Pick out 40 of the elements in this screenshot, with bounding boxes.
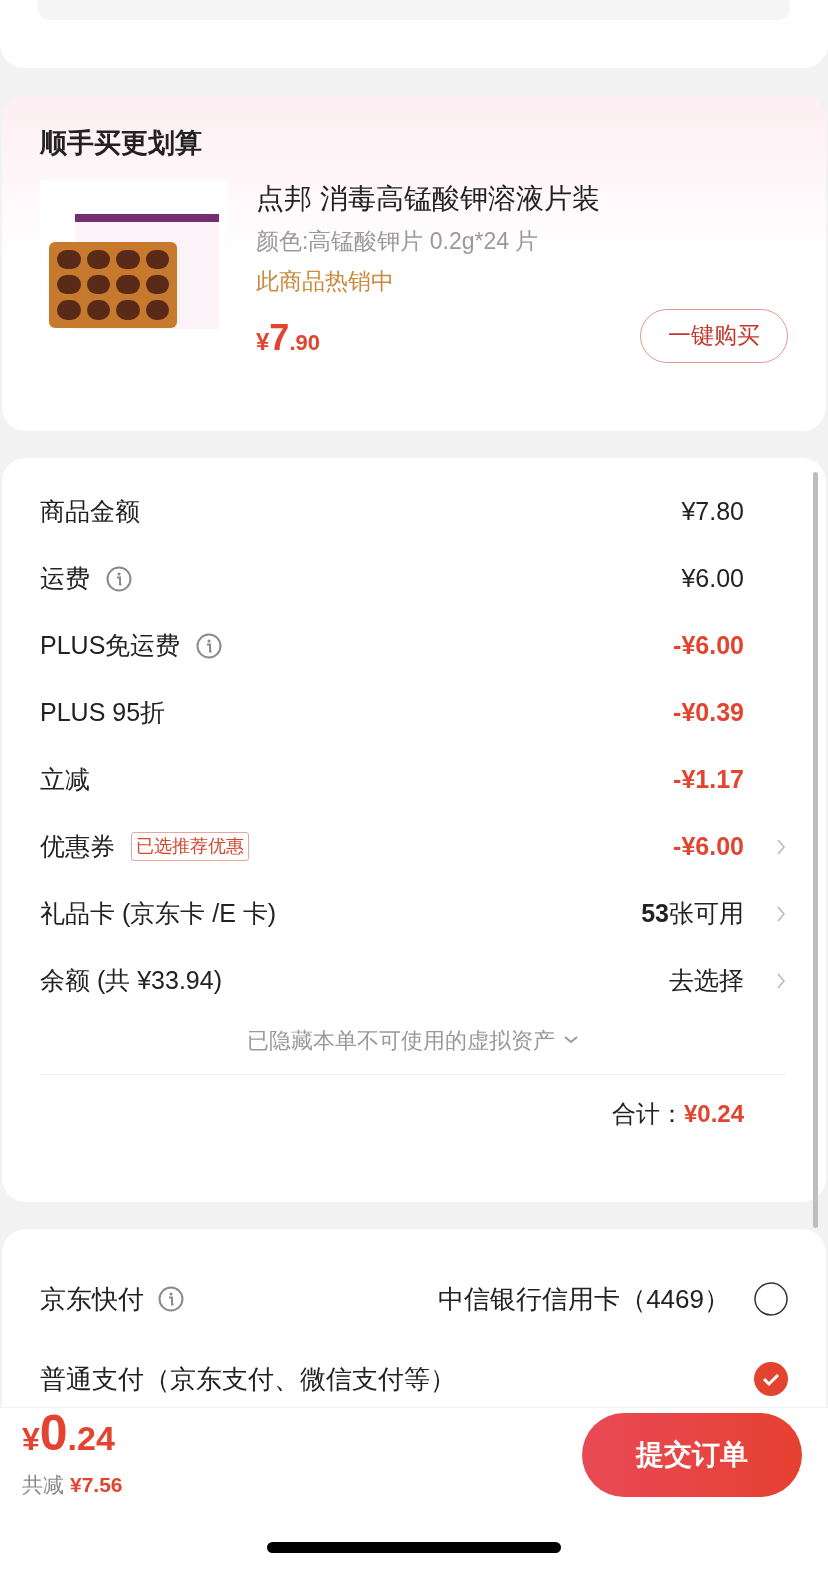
summary-label: PLUS 95折: [40, 696, 166, 728]
saved-label: 共减: [22, 1472, 64, 1499]
product-spec: 颜色:高锰酸钾片 0.2g*24 片: [256, 226, 540, 256]
coupon-tag: 已选推荐优惠: [131, 832, 249, 861]
total-value: ¥0.24: [683, 1098, 744, 1129]
info-icon[interactable]: [158, 1286, 184, 1312]
summary-label: PLUS免运费: [40, 629, 181, 661]
info-icon[interactable]: [196, 632, 223, 659]
product-name[interactable]: 点邦 消毒高锰酸钾溶液片装: [256, 179, 788, 218]
radio-checked-icon[interactable]: [754, 1362, 788, 1396]
radio-unchecked-icon[interactable]: [754, 1282, 788, 1316]
summary-label: 商品金额: [40, 495, 140, 527]
info-icon[interactable]: [106, 565, 132, 592]
summary-value: -¥0.39: [673, 696, 744, 728]
chevron-right-icon[interactable]: [776, 837, 786, 856]
payment-method[interactable]: 京东快付: [40, 1283, 144, 1315]
summary-value[interactable]: 去选择: [669, 961, 744, 1000]
submit-order-button[interactable]: 提交订单: [582, 1413, 802, 1497]
summary-label: 运费: [40, 562, 90, 594]
card-detail[interactable]: 中信银行信用卡（4469）: [438, 1279, 730, 1319]
summary-value[interactable]: -¥6.00: [673, 827, 744, 866]
chevron-right-icon[interactable]: [776, 904, 786, 923]
payment-method[interactable]: 普通支付（京东支付、微信支付等）: [40, 1363, 456, 1395]
total-label: 合计：: [611, 1098, 684, 1129]
summary-value[interactable]: 53张可用: [641, 894, 744, 933]
summary-label: 优惠券: [40, 830, 115, 862]
summary-label: 余额 (共 ¥33.94): [40, 964, 222, 996]
summary-label: 立减: [40, 763, 90, 795]
summary-value: ¥6.00: [681, 562, 744, 594]
summary-value: ¥7.80: [681, 495, 744, 527]
promo-text: 此商品热销中: [256, 267, 395, 296]
chevron-right-icon[interactable]: [776, 971, 786, 990]
section-title: 顺手买更划算: [40, 127, 203, 160]
chevron-down-icon[interactable]: [563, 1035, 579, 1045]
summary-label: 礼品卡 (京东卡 /E 卡): [40, 897, 277, 929]
summary-value: -¥6.00: [673, 629, 744, 661]
saved-amount: ¥7.56: [70, 1472, 123, 1499]
summary-value: -¥1.17: [673, 763, 744, 795]
product-price: ¥7.90: [256, 315, 320, 360]
pay-amount: ¥0.24: [22, 1409, 116, 1464]
